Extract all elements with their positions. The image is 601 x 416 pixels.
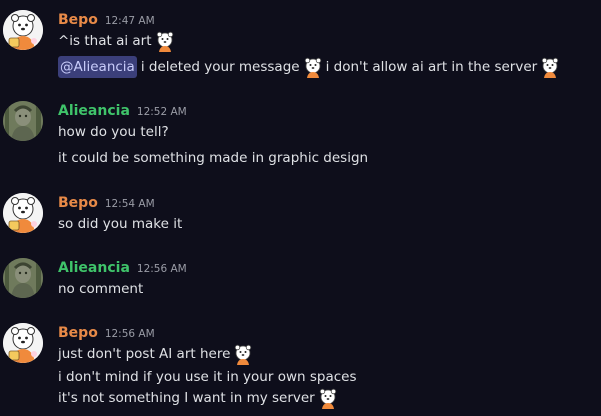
polar-bear-sticker-icon <box>232 343 254 365</box>
message-text: i don't allow ai art in the server <box>325 59 538 75</box>
author-name[interactable]: Alieancia <box>58 258 130 278</box>
message-text: no comment <box>58 281 144 297</box>
message-line: it's not something I want in my server <box>58 387 341 409</box>
message-group-bepo: Bepo 12:56 AM just don't post AI art her… <box>0 323 601 413</box>
bepo-avatar[interactable] <box>3 193 43 233</box>
message-group-alieancia: Alieancia 12:56 AM no comment <box>0 258 601 302</box>
message-group-bepo: Bepo 12:54 AM so did you make it <box>0 193 601 237</box>
polar-bear-sticker-icon <box>302 56 324 78</box>
message-line: no comment <box>58 278 143 300</box>
bepo-avatar[interactable] <box>3 323 43 363</box>
message-text: it could be something made in graphic de… <box>58 150 369 166</box>
polar-bear-sticker-icon <box>317 387 339 409</box>
timestamp[interactable]: 12:54 AM <box>105 194 155 214</box>
message-header: Bepo 12:47 AM <box>58 10 155 30</box>
timestamp[interactable]: 12:56 AM <box>137 259 187 279</box>
polar-bear-sticker-icon <box>539 56 561 78</box>
author-name[interactable]: Bepo <box>58 10 98 30</box>
author-name[interactable]: Alieancia <box>58 101 130 121</box>
message-text: just don't post AI art here <box>58 346 231 362</box>
message-group-alieancia: Alieancia 12:52 AM how do you tell? it c… <box>0 101 601 171</box>
user-mention[interactable]: @Alieancia <box>58 56 137 78</box>
message-line: so did you make it <box>58 213 182 235</box>
timestamp[interactable]: 12:52 AM <box>137 102 187 122</box>
timestamp[interactable]: 12:56 AM <box>105 324 155 344</box>
message-header: Bepo 12:54 AM <box>58 193 155 213</box>
message-header: Alieancia 12:56 AM <box>58 258 187 278</box>
message-group-bepo: Bepo 12:47 AM ^is that ai art @Alieancia… <box>0 10 601 82</box>
message-text: i don't mind if you use it in your own s… <box>58 369 357 385</box>
message-text: ^is that ai art <box>58 33 152 49</box>
message-header: Alieancia 12:52 AM <box>58 101 187 121</box>
message-line: @Alieancia i deleted your message i don'… <box>58 56 563 78</box>
message-line: just don't post AI art here <box>58 343 256 365</box>
message-line: it could be something made in graphic de… <box>58 147 368 169</box>
chat-messages: Bepo 12:47 AM ^is that ai art @Alieancia… <box>0 0 601 415</box>
alieancia-avatar[interactable] <box>3 258 43 298</box>
message-text: it's not something I want in my server <box>58 390 315 406</box>
message-line: ^is that ai art <box>58 30 178 52</box>
author-name[interactable]: Bepo <box>58 193 98 213</box>
timestamp[interactable]: 12:47 AM <box>105 11 155 31</box>
message-line: how do you tell? <box>58 121 169 143</box>
message-text: i deleted your message <box>140 59 300 75</box>
message-line: i don't mind if you use it in your own s… <box>58 366 356 388</box>
message-header: Bepo 12:56 AM <box>58 323 155 343</box>
bepo-avatar[interactable] <box>3 10 43 50</box>
polar-bear-sticker-icon <box>154 30 176 52</box>
alieancia-avatar[interactable] <box>3 101 43 141</box>
message-text: how do you tell? <box>58 124 169 140</box>
author-name[interactable]: Bepo <box>58 323 98 343</box>
message-text: so did you make it <box>58 216 183 232</box>
